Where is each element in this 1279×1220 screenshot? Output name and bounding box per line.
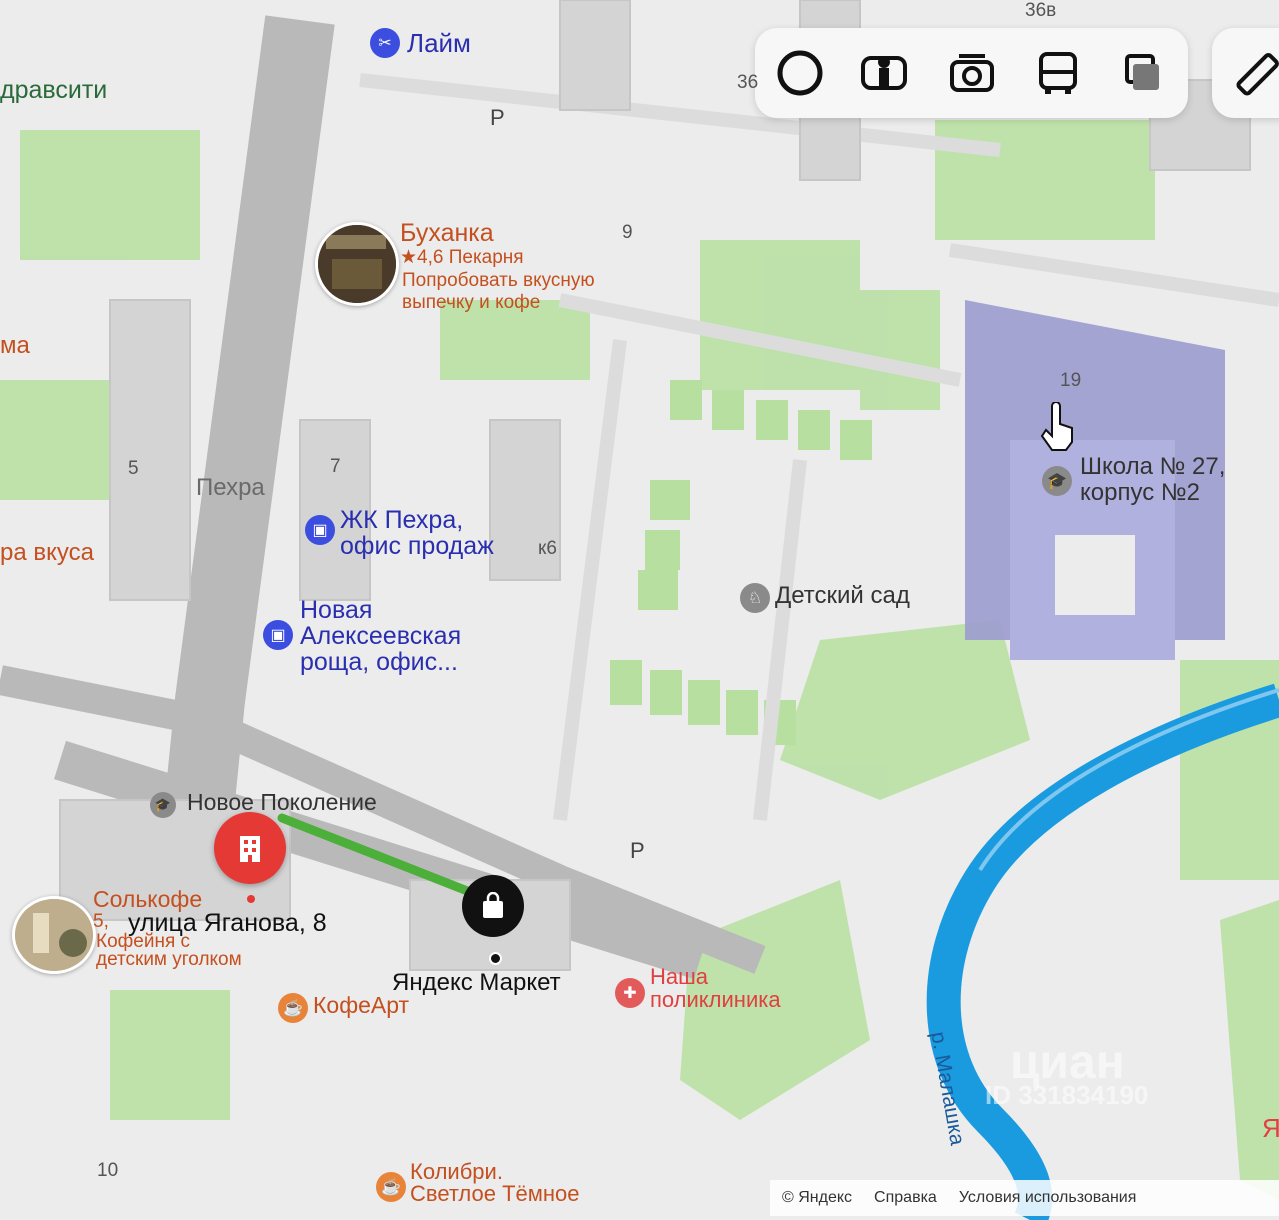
place-nar-3[interactable]: роща, офис... [300, 649, 458, 676]
briefcase-icon[interactable]: ▣ [305, 515, 335, 545]
house-number: 19 [1060, 370, 1082, 391]
place-buhanka-rating: ★4,6 Пекарня [400, 247, 524, 268]
house-number: 7 [330, 456, 341, 477]
bus-icon[interactable] [1031, 46, 1085, 100]
district-pehra: Пехра [196, 474, 265, 501]
ruler-icon [1232, 50, 1279, 105]
map-toolbar [755, 28, 1188, 118]
copyright-link[interactable]: © Яндекс [782, 1189, 852, 1207]
house-number: 36 [737, 72, 759, 93]
briefcase-icon[interactable]: ▣ [263, 620, 293, 650]
medical-cross-icon[interactable]: ✚ [615, 978, 645, 1008]
coffee-cup-icon[interactable]: ☕ [376, 1172, 406, 1202]
watermark-id: ID 331834190 [985, 1080, 1149, 1110]
building-icon [240, 836, 260, 862]
place-school-1[interactable]: Школа № 27, [1080, 454, 1225, 479]
place-solkofe-rating: 5, [93, 911, 109, 932]
place-solkofe-3: детским уголком [96, 949, 242, 970]
pin-anchor-dot [247, 895, 255, 903]
panorama-person-icon[interactable] [857, 46, 911, 100]
place-laim[interactable]: Лайм [407, 29, 471, 57]
edge-label-left-2: ра вкуса [0, 539, 94, 566]
hand-cursor-icon [1040, 401, 1076, 457]
solkofe-photo[interactable] [12, 896, 96, 974]
house-number: 10 [97, 1160, 119, 1181]
place-kindergarten[interactable]: Детский сад [775, 583, 910, 608]
place-kolibri-2[interactable]: Светлое Тёмное [410, 1182, 580, 1205]
place-school-2[interactable]: корпус №2 [1080, 480, 1200, 505]
house-number: 36в [1025, 0, 1057, 21]
graduation-cap-icon[interactable]: 🎓 [150, 792, 176, 818]
place-polyclinic-2[interactable]: поликлиника [650, 988, 781, 1011]
camera-icon[interactable] [945, 46, 999, 100]
market-anchor-dot [489, 952, 502, 965]
place-nar-1[interactable]: Новая [300, 597, 372, 624]
parking-label: P [630, 838, 645, 863]
yandex-market-pin[interactable] [462, 875, 524, 937]
place-kofeart[interactable]: КофеАрт [313, 993, 409, 1017]
selected-building-pin[interactable] [214, 812, 286, 884]
edge-label-top-left: дравсити [0, 76, 108, 104]
place-zhk-1[interactable]: ЖК Пехра, [340, 507, 463, 534]
scissors-icon[interactable]: ✂ [370, 28, 400, 58]
place-solkofe-1[interactable]: Солькофе [93, 887, 202, 911]
place-yandex-market[interactable]: Яндекс Маркет [392, 970, 561, 995]
layers-icon[interactable] [1115, 46, 1169, 100]
place-zhk-2[interactable]: офис продаж [340, 533, 494, 560]
buhanka-photo[interactable] [315, 222, 399, 306]
parking-label: P [490, 105, 505, 130]
graduation-cap-icon[interactable]: 🎓 [1042, 466, 1072, 496]
place-polyclinic-1[interactable]: Наша [650, 965, 708, 988]
selected-address: улица Яганова, 8 [128, 909, 327, 937]
place-novoe-pokolenie[interactable]: Новое Поколение [187, 790, 377, 814]
place-buhanka-desc-1: Попробовать вкусную [402, 270, 595, 291]
ruler-button[interactable] [1212, 28, 1279, 118]
place-nar-2[interactable]: Алексеевская [300, 623, 461, 650]
terms-link[interactable]: Условия использования [959, 1189, 1137, 1207]
coffee-cup-icon[interactable]: ☕ [278, 993, 308, 1023]
edge-label-left-1: ма [0, 332, 30, 359]
map-canvas[interactable]: ✂ Лайм дравсити ма ра вкуса Буханка ★4,6… [0, 0, 1279, 1220]
house-number: к6 [538, 538, 557, 559]
edge-label-right: Я [1262, 1113, 1279, 1143]
map-footer: © Яндекс Справка Условия использования [770, 1180, 1279, 1216]
place-buhanka-name[interactable]: Буханка [400, 220, 494, 247]
place-kolibri-1[interactable]: Колибри. [410, 1160, 503, 1183]
help-link[interactable]: Справка [874, 1189, 937, 1207]
house-number: 9 [622, 222, 633, 243]
rocking-horse-icon[interactable]: ♘ [740, 583, 770, 613]
house-number: 5 [128, 458, 139, 479]
place-buhanka-desc-2: выпечку и кофе [402, 292, 541, 313]
circle-icon[interactable] [773, 46, 827, 100]
shopping-bag-icon [483, 892, 503, 918]
